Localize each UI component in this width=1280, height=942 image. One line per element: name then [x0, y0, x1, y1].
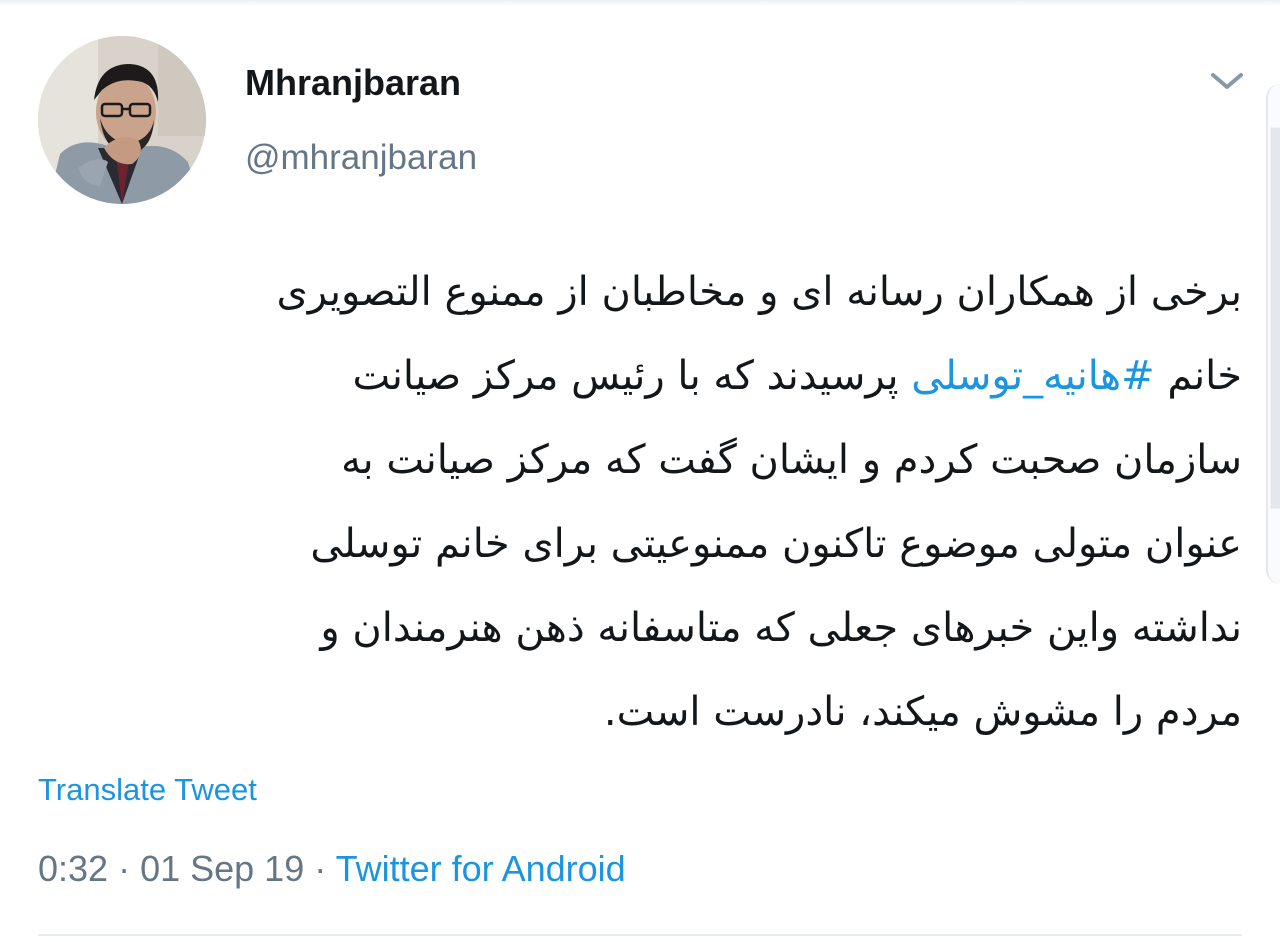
tweet-metadata: 0:32 · 01 Sep 19 · Twitter for Android: [38, 848, 626, 890]
tweet-text-line: خانم #هانیه_توسلی پرسیدند که با رئیس مرک…: [60, 334, 1242, 418]
author-display-name[interactable]: Mhranjbaran: [245, 62, 461, 104]
tweet-text: برخی از همکاران رسانه ای و مخاطبان از مم…: [60, 250, 1243, 754]
top-divider: [0, 0, 1280, 6]
meta-separator: ·: [108, 848, 141, 889]
tweet-menu-button[interactable]: [1205, 64, 1249, 98]
tweet-time[interactable]: 0:32: [38, 848, 108, 889]
tweet-text-line: برخی از همکاران رسانه ای و مخاطبان از مم…: [276, 269, 1243, 315]
avatar[interactable]: [38, 36, 206, 204]
avatar-image: [38, 36, 206, 204]
hashtag-link[interactable]: #هانیه_توسلی: [911, 353, 1154, 399]
tweet-date[interactable]: 01 Sep 19: [140, 848, 304, 889]
scrollbar[interactable]: [1266, 84, 1280, 584]
tweet-text-line: سازمان صحبت کردم و ایشان گفت که مرکز صیا…: [341, 437, 1242, 483]
tweet-source-link[interactable]: Twitter for Android: [336, 848, 626, 889]
tweet-text-line: مردم را مشوش میکند، نادرست است.: [603, 689, 1242, 735]
tweet-text-segment: خانم: [1154, 353, 1242, 399]
meta-separator: ·: [304, 848, 336, 889]
author-handle[interactable]: @mhranjbaran: [245, 138, 477, 178]
tweet-text-line: نداشته واین خبرهای جعلی که متاسفانه ذهن …: [320, 605, 1242, 651]
chevron-down-icon: [1211, 73, 1243, 89]
tweet-text-segment: پرسیدند که با رئیس مرکز صیانت: [352, 353, 912, 399]
translate-tweet-link[interactable]: Translate Tweet: [38, 772, 257, 808]
tweet-text-line: عنوان متولی موضوع تاکنون ممنوعیتی برای خ…: [310, 521, 1242, 567]
bottom-divider: [38, 934, 1242, 936]
